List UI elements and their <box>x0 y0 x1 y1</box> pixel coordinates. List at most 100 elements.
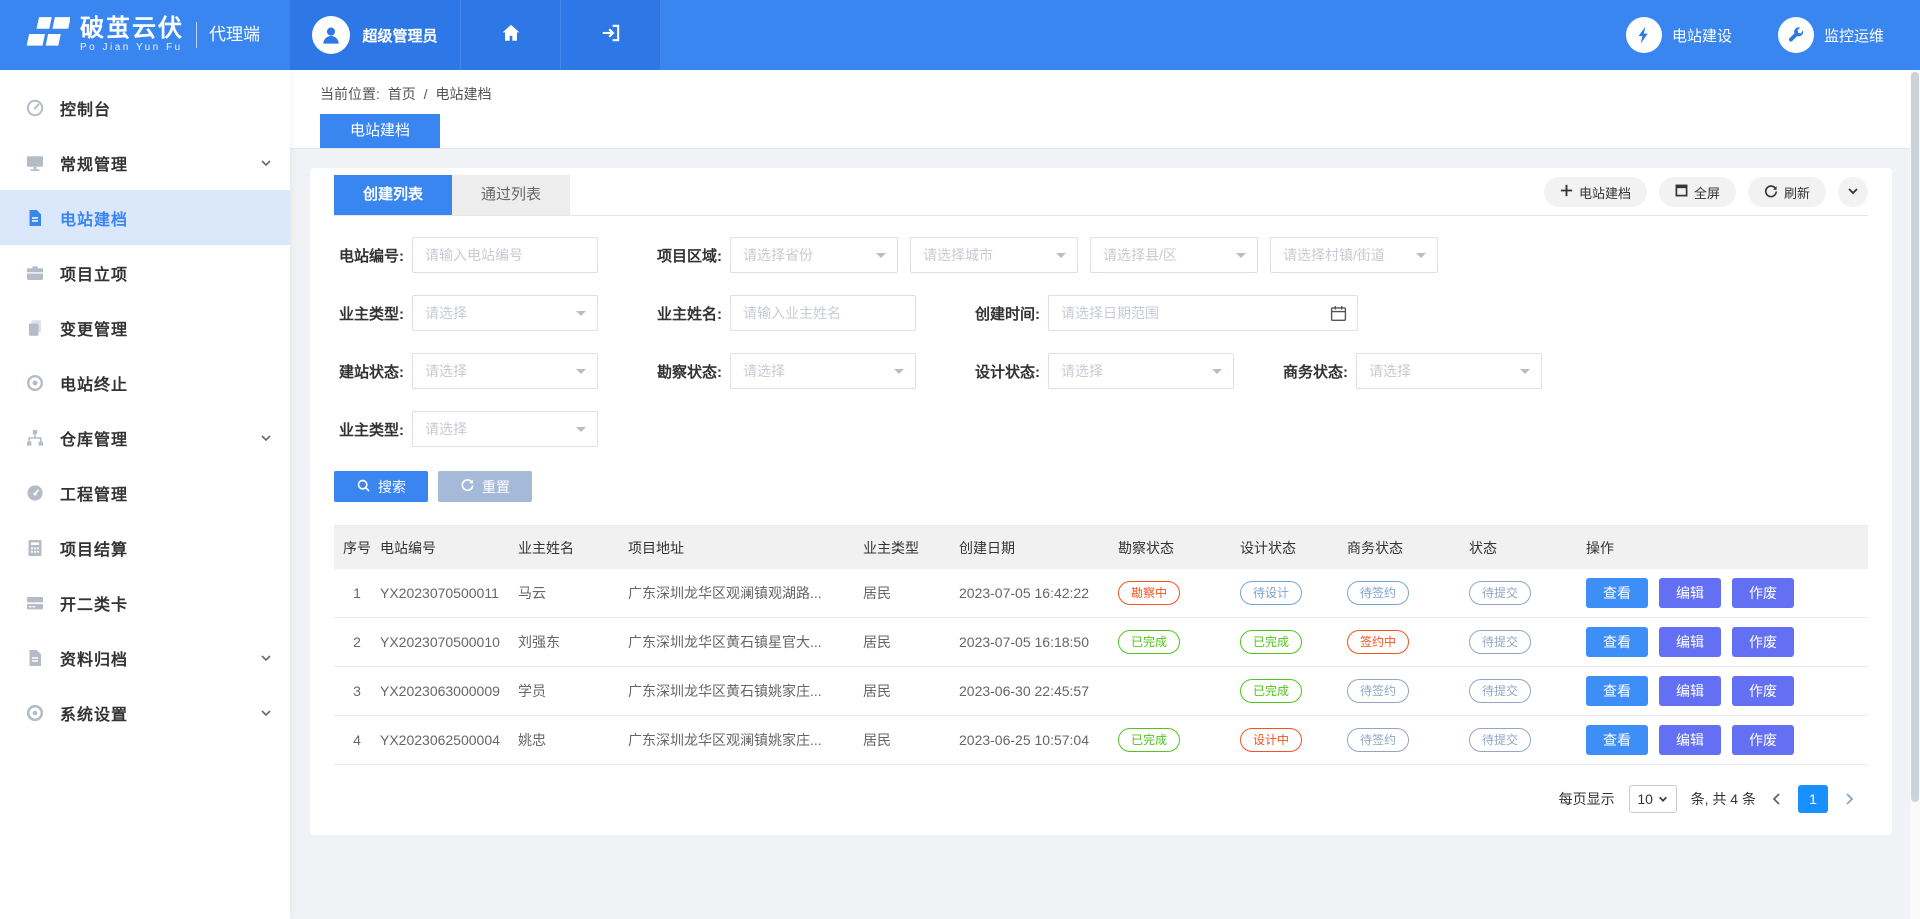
page-tab[interactable]: 电站建档 <box>320 114 440 148</box>
void-button[interactable]: 作废 <box>1732 578 1794 608</box>
build-status-select[interactable]: 请选择 <box>412 353 598 389</box>
cell-created-date: 2023-07-05 16:18:50 <box>959 634 1118 650</box>
sidebar-item-engineering-mgmt[interactable]: 工程管理 <box>0 465 290 520</box>
town-select-value: 请选择村镇/街道 <box>1283 245 1385 265</box>
search-button-label: 搜索 <box>378 477 406 497</box>
owner-type-select[interactable]: 请选择 <box>412 295 598 331</box>
cell-station-code: YX2023070500011 <box>380 585 518 601</box>
city-select[interactable]: 请选择城市 <box>910 237 1078 273</box>
province-select[interactable]: 请选择省份 <box>730 237 898 273</box>
sidebar-item-change-mgmt[interactable]: 变更管理 <box>0 300 290 355</box>
data-table: 序号 电站编号 业主姓名 项目地址 业主类型 创建日期 勘察状态 设计状态 商务… <box>334 525 1868 765</box>
logout-icon <box>600 22 622 49</box>
sidebar-item-data-archive[interactable]: 资料归档 <box>0 630 290 685</box>
design-status-label: 设计状态: <box>962 361 1040 382</box>
sidebar-item-system-settings[interactable]: 系统设置 <box>0 685 290 740</box>
survey-status-select[interactable]: 请选择 <box>730 353 916 389</box>
owner-type2-select[interactable]: 请选择 <box>412 411 598 447</box>
view-button[interactable]: 查看 <box>1586 578 1648 608</box>
survey-status-badge: 已完成 <box>1118 630 1180 654</box>
logo-text: 破茧云伏 Po Jian Yun Fu <box>80 16 184 54</box>
view-button[interactable]: 查看 <box>1586 725 1648 755</box>
col-project-address: 项目地址 <box>628 538 863 558</box>
owner-name-input[interactable] <box>730 295 916 331</box>
sidebar: 控制台 常规管理 电站建档 项目立项 变更管理 电站终止 仓库管理 <box>0 70 290 919</box>
user-menu[interactable]: 超级管理员 <box>290 0 461 70</box>
view-button[interactable]: 查看 <box>1586 676 1648 706</box>
next-page-button[interactable] <box>1842 792 1856 806</box>
sidebar-item-station-termination[interactable]: 电站终止 <box>0 355 290 410</box>
add-station-button[interactable]: 电站建档 <box>1544 177 1647 207</box>
page-size-select[interactable]: 10 <box>1629 785 1677 813</box>
cell-project-address: 广东深圳龙华区观澜镇观湖路... <box>628 583 863 603</box>
edit-button[interactable]: 编辑 <box>1659 725 1721 755</box>
owner-name-label: 业主姓名: <box>644 303 722 324</box>
main-content: 当前位置: 首页 / 电站建档 电站建档 创建列表 通过列表 电站建档 <box>290 70 1920 919</box>
date-range-input[interactable]: 请选择日期范围 <box>1048 295 1358 331</box>
search-icon <box>356 478 371 496</box>
cell-created-date: 2023-06-30 22:45:57 <box>959 683 1118 699</box>
page-scrollbar[interactable] <box>1910 70 1920 919</box>
logo[interactable]: 破茧云伏 Po Jian Yun Fu 代理端 <box>0 0 290 70</box>
sidebar-item-project-initiation[interactable]: 项目立项 <box>0 245 290 300</box>
nav-station-build-label: 电站建设 <box>1672 25 1732 46</box>
design-status-select[interactable]: 请选择 <box>1048 353 1234 389</box>
fullscreen-button[interactable]: 全屏 <box>1659 177 1736 207</box>
edit-button[interactable]: 编辑 <box>1659 627 1721 657</box>
tab-passed-list[interactable]: 通过列表 <box>452 175 570 215</box>
void-button[interactable]: 作废 <box>1732 676 1794 706</box>
copy-pages-icon <box>24 317 46 339</box>
content-card: 创建列表 通过列表 电站建档 全屏 <box>310 168 1892 835</box>
target-dot-icon <box>24 372 46 394</box>
reset-icon <box>460 478 475 496</box>
search-button[interactable]: 搜索 <box>334 471 428 502</box>
reset-button[interactable]: 重置 <box>438 471 532 502</box>
void-button[interactable]: 作废 <box>1732 725 1794 755</box>
business-status-select-value: 请选择 <box>1369 361 1411 381</box>
tab-create-list[interactable]: 创建列表 <box>334 175 452 215</box>
col-actions: 操作 <box>1586 538 1868 558</box>
county-select-value: 请选择县/区 <box>1103 245 1177 265</box>
app-title: 破茧云伏 <box>80 16 184 42</box>
design-status-badge: 已完成 <box>1240 630 1302 654</box>
town-select[interactable]: 请选择村镇/街道 <box>1270 237 1438 273</box>
sidebar-item-label: 控制台 <box>60 96 111 120</box>
filter-actions: 搜索 重置 <box>334 471 1868 502</box>
cell-owner-name: 刘强东 <box>518 632 628 652</box>
cell-owner-name: 姚忠 <box>518 730 628 750</box>
filter-row-4: 业主类型: 请选择 <box>334 411 1868 447</box>
sidebar-item-warehouse-mgmt[interactable]: 仓库管理 <box>0 410 290 465</box>
business-status-select[interactable]: 请选择 <box>1356 353 1542 389</box>
county-select[interactable]: 请选择县/区 <box>1090 237 1258 273</box>
date-range-placeholder: 请选择日期范围 <box>1061 303 1159 323</box>
id-card-icon <box>24 592 46 614</box>
sidebar-item-project-settlement[interactable]: 项目结算 <box>0 520 290 575</box>
cell-created-date: 2023-06-25 10:57:04 <box>959 732 1118 748</box>
cell-created-date: 2023-07-05 16:42:22 <box>959 585 1118 601</box>
home-button[interactable] <box>461 0 561 70</box>
current-page-button[interactable]: 1 <box>1798 785 1828 813</box>
edit-button[interactable]: 编辑 <box>1659 676 1721 706</box>
scrollbar-thumb[interactable] <box>1911 72 1919 802</box>
station-code-label: 电站编号: <box>334 245 404 266</box>
chevron-down-icon <box>1658 794 1668 804</box>
sidebar-item-label: 工程管理 <box>60 481 128 505</box>
nav-station-build[interactable]: 电站建设 <box>1626 17 1732 53</box>
sidebar-item-general-mgmt[interactable]: 常规管理 <box>0 135 290 190</box>
void-button[interactable]: 作废 <box>1732 627 1794 657</box>
refresh-button[interactable]: 刷新 <box>1748 177 1826 207</box>
edit-button[interactable]: 编辑 <box>1659 578 1721 608</box>
nav-monitor-ops[interactable]: 监控运维 <box>1778 17 1884 53</box>
breadcrumb-home[interactable]: 首页 <box>388 86 416 102</box>
toolbar-collapse-button[interactable] <box>1838 177 1868 207</box>
sidebar-item-station-archive[interactable]: 电站建档 <box>0 190 290 245</box>
station-code-input[interactable] <box>412 237 598 273</box>
filter-row-3: 建站状态: 请选择 勘察状态: 请选择 设计状态: 请选择 商务状态: 请选择 <box>334 353 1868 389</box>
filter-form: 电站编号: 项目区域: 请选择省份 请选择城市 请选择县/区 请选择村镇/街道 … <box>334 237 1868 502</box>
sidebar-item-open-type2-card[interactable]: 开二类卡 <box>0 575 290 630</box>
prev-page-button[interactable] <box>1770 792 1784 806</box>
sidebar-item-console[interactable]: 控制台 <box>0 80 290 135</box>
cell-owner-type: 居民 <box>863 583 959 603</box>
view-button[interactable]: 查看 <box>1586 627 1648 657</box>
logout-button[interactable] <box>561 0 661 70</box>
